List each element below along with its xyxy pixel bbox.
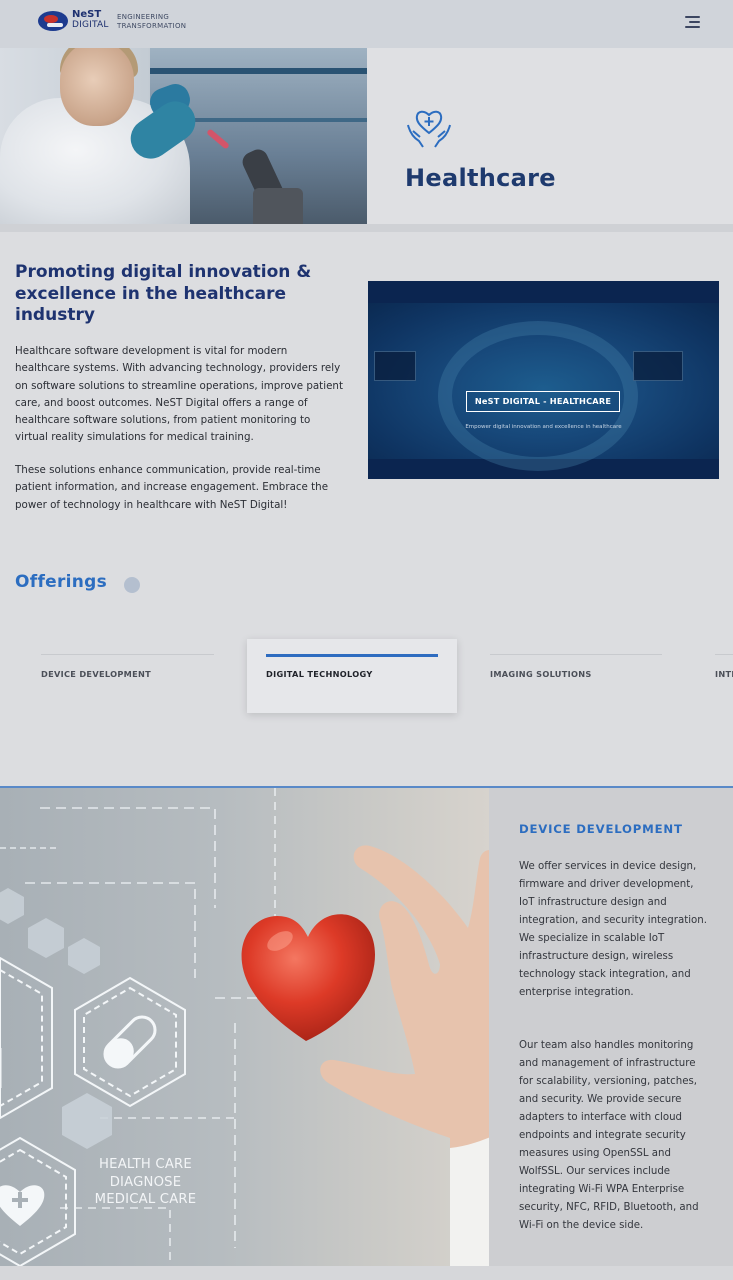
caption-line-2: DIAGNOSE: [109, 1174, 182, 1190]
tab-label: INTE: [715, 669, 733, 679]
hands-heart-icon: [407, 110, 451, 148]
hamburger-menu-icon[interactable]: [680, 14, 700, 30]
tab-integration-partial[interactable]: INTE: [696, 639, 733, 713]
caption-line-1: HEALTH CARE: [99, 1157, 192, 1172]
heart-hand-image: HEALTH CARE DIAGNOSE MEDICAL CARE: [0, 788, 489, 1266]
hero-lab-image: [0, 48, 367, 224]
logo-line-1: NeST: [72, 9, 102, 20]
video-frame: NeST DIGITAL - HEALTHCARE Empower digita…: [368, 303, 719, 471]
video-title: NeST DIGITAL - HEALTHCARE: [466, 391, 620, 412]
intro-paragraph-1: Healthcare software development is vital…: [15, 345, 343, 444]
page-title: Healthcare: [405, 164, 556, 192]
offerings-heading: Offerings: [15, 572, 108, 592]
red-heart: [241, 914, 375, 1041]
tagline-line-2: TRANSFORMATION: [117, 22, 187, 30]
header-tagline: ENGINEERING TRANSFORMATION: [117, 13, 186, 31]
feature-paragraph-2: Our team also handles monitoring and man…: [519, 1040, 699, 1231]
intro-paragraph-2: These solutions enhance communication, p…: [15, 464, 329, 511]
hero-title-panel: Healthcare: [367, 48, 733, 224]
page-bottom-band: [0, 1266, 733, 1280]
tab-imaging-solutions[interactable]: IMAGING SOLUTIONS: [471, 639, 681, 713]
image-caption: HEALTH CARE DIAGNOSE MEDICAL CARE: [88, 1156, 203, 1209]
feature-paragraph-1: We offer services in device design, firm…: [519, 861, 707, 998]
tab-digital-technology[interactable]: DIGITAL TECHNOLOGY: [247, 639, 457, 713]
offerings-dot-icon: [124, 577, 140, 593]
tagline-line-1: ENGINEERING: [117, 13, 170, 21]
tab-device-development[interactable]: DEVICE DEVELOPMENT: [22, 639, 232, 713]
logo-wordmark: NeST DIGITAL: [72, 9, 109, 31]
section-divider: [0, 224, 733, 232]
intro-heading: Promoting digital innovation & excellenc…: [15, 262, 312, 325]
nest-digital-logo[interactable]: NeST DIGITAL: [38, 9, 118, 35]
video-subtitle: Empower digital innovation and excellenc…: [465, 424, 622, 430]
tab-label: DIGITAL TECHNOLOGY: [266, 669, 373, 679]
caption-line-3: MEDICAL CARE: [94, 1192, 197, 1207]
healthcare-video-thumbnail[interactable]: NeST DIGITAL - HEALTHCARE Empower digita…: [368, 281, 719, 479]
site-header: NeST DIGITAL ENGINEERING TRANSFORMATION: [0, 0, 733, 48]
tab-label: DEVICE DEVELOPMENT: [41, 669, 152, 679]
tab-label: IMAGING SOLUTIONS: [490, 669, 592, 679]
feature-heading: DEVICE DEVELOPMENT: [519, 822, 683, 836]
logo-mark-icon: [38, 11, 68, 31]
logo-line-2: DIGITAL: [72, 20, 109, 30]
feature-text-panel: DEVICE DEVELOPMENT We offer services in …: [489, 788, 733, 1266]
